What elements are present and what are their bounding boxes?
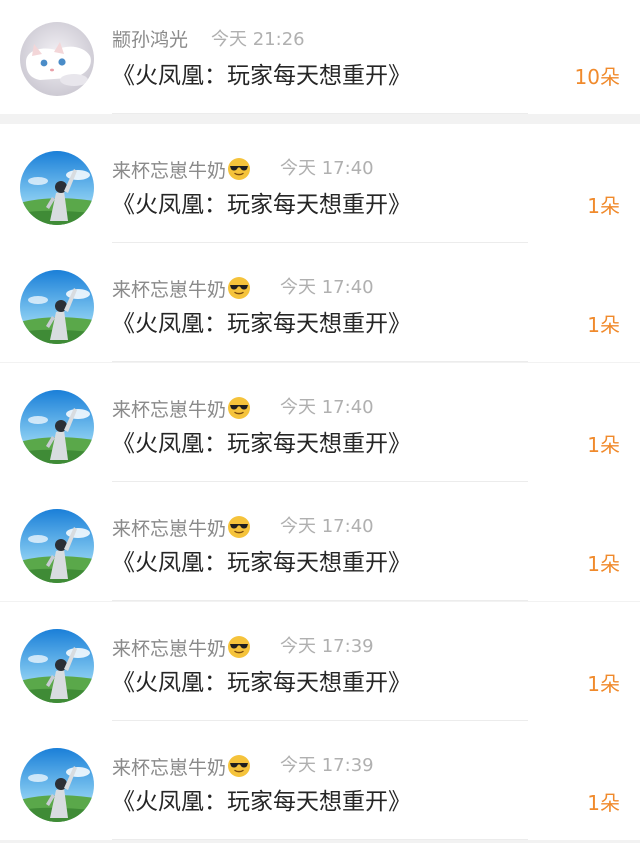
gift-list: 颛孙鸿光 今天 21:26 《火凤凰：玩家每天想重开》 10朵 来杯忘崽牛奶 今… <box>0 0 640 843</box>
sunglasses-emoji-icon <box>227 396 251 426</box>
sky-avatar[interactable] <box>20 509 94 583</box>
divider <box>112 839 528 840</box>
timestamp: 今天 17:40 <box>280 158 374 179</box>
list-item[interactable]: 来杯忘崽牛奶 今天 17:40 《火凤凰：玩家每天想重开》 1朵 <box>0 124 640 243</box>
cat-avatar[interactable] <box>20 22 94 96</box>
list-item[interactable]: 来杯忘崽牛奶 今天 17:39 《火凤凰：玩家每天想重开》 1朵 <box>0 721 640 840</box>
timestamp: 今天 21:26 <box>211 29 305 50</box>
sky-avatar[interactable] <box>20 270 94 344</box>
divider <box>112 361 528 362</box>
timestamp: 今天 17:40 <box>280 397 374 418</box>
message-text: 《火凤凰：玩家每天想重开》 <box>112 192 411 218</box>
username[interactable]: 颛孙鸿光 <box>112 28 188 52</box>
sunglasses-emoji-icon <box>227 157 251 187</box>
sky-avatar[interactable] <box>20 748 94 822</box>
username[interactable]: 来杯忘崽牛奶 <box>112 396 251 426</box>
gift-count: 1朵 <box>587 433 620 457</box>
sunglasses-emoji-icon <box>227 515 251 545</box>
timestamp: 今天 17:39 <box>280 755 374 776</box>
list-item[interactable]: 来杯忘崽牛奶 今天 17:40 《火凤凰：玩家每天想重开》 1朵 <box>0 363 640 482</box>
message-text: 《火凤凰：玩家每天想重开》 <box>112 550 411 576</box>
timestamp: 今天 17:40 <box>280 277 374 298</box>
message-text: 《火凤凰：玩家每天想重开》 <box>112 431 411 457</box>
gift-count: 1朵 <box>587 552 620 576</box>
timestamp: 今天 17:39 <box>280 636 374 657</box>
list-item[interactable]: 来杯忘崽牛奶 今天 17:39 《火凤凰：玩家每天想重开》 1朵 <box>0 602 640 721</box>
divider <box>112 600 528 601</box>
message-text: 《火凤凰：玩家每天想重开》 <box>112 311 411 337</box>
list-item[interactable]: 颛孙鸿光 今天 21:26 《火凤凰：玩家每天想重开》 10朵 <box>0 0 640 114</box>
list-item[interactable]: 来杯忘崽牛奶 今天 17:40 《火凤凰：玩家每天想重开》 1朵 <box>0 243 640 362</box>
username[interactable]: 来杯忘崽牛奶 <box>112 635 251 665</box>
sunglasses-emoji-icon <box>227 754 251 784</box>
divider <box>112 113 528 114</box>
timestamp: 今天 17:40 <box>280 516 374 537</box>
sky-avatar[interactable] <box>20 629 94 703</box>
gift-count: 1朵 <box>587 194 620 218</box>
gift-count: 1朵 <box>587 672 620 696</box>
message-text: 《火凤凰：玩家每天想重开》 <box>112 670 411 696</box>
sunglasses-emoji-icon <box>227 276 251 306</box>
message-text: 《火凤凰：玩家每天想重开》 <box>112 789 411 815</box>
username[interactable]: 来杯忘崽牛奶 <box>112 754 251 784</box>
username[interactable]: 来杯忘崽牛奶 <box>112 276 251 306</box>
gift-count: 1朵 <box>587 791 620 815</box>
gift-count: 10朵 <box>574 65 620 89</box>
sunglasses-emoji-icon <box>227 635 251 665</box>
sky-avatar[interactable] <box>20 390 94 464</box>
sky-avatar[interactable] <box>20 151 94 225</box>
list-item[interactable]: 来杯忘崽牛奶 今天 17:40 《火凤凰：玩家每天想重开》 1朵 <box>0 482 640 601</box>
username[interactable]: 来杯忘崽牛奶 <box>112 157 251 187</box>
username[interactable]: 来杯忘崽牛奶 <box>112 515 251 545</box>
message-text: 《火凤凰：玩家每天想重开》 <box>112 63 411 89</box>
gift-count: 1朵 <box>587 313 620 337</box>
